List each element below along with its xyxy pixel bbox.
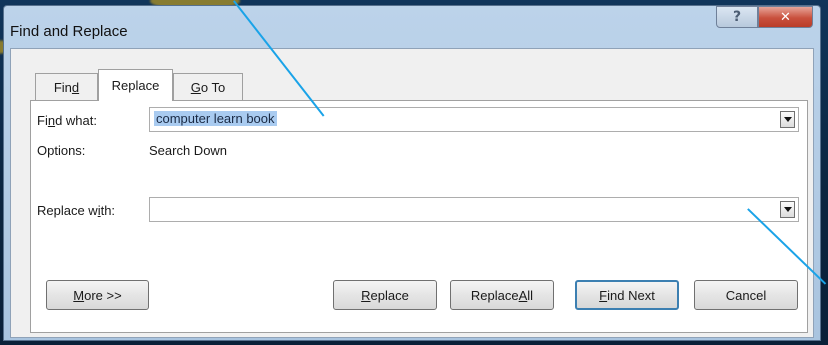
replace-button[interactable]: Replace: [333, 280, 437, 310]
dialog-client-area: Fin d Re p lace Go To Find what: computer l…: [10, 48, 814, 338]
find-what-input[interactable]: computer learn book: [149, 107, 799, 132]
tab-label-accel: p: [128, 78, 136, 93]
options-value: Search Down: [149, 143, 228, 158]
help-button[interactable]: ?: [716, 6, 758, 28]
replace-history-dropdown[interactable]: [780, 201, 795, 218]
button-label-accel: M: [73, 287, 85, 303]
question-mark-icon: ?: [732, 9, 742, 25]
tab-label-accel: G: [190, 79, 201, 95]
button-label: ore >>: [84, 287, 122, 303]
tab-find[interactable]: Fin d: [35, 73, 98, 100]
label-part: Fi: [37, 113, 48, 128]
find-history-dropdown[interactable]: [780, 111, 795, 128]
button-label: Cancel: [725, 287, 767, 303]
tab-label-accel: d: [71, 79, 80, 95]
label-part: th:: [100, 203, 116, 218]
find-next-button[interactable]: Find Next: [575, 280, 679, 310]
cancel-button[interactable]: Cancel: [694, 280, 798, 310]
button-label-accel: A: [518, 287, 528, 303]
title-bar[interactable]: Find and Replace ? ✕: [4, 6, 820, 54]
close-icon: ✕: [780, 9, 791, 25]
tab-label: Fin: [53, 79, 72, 95]
options-label: Options:: [37, 143, 86, 158]
button-label: Replace: [470, 287, 519, 303]
button-label-accel: F: [599, 287, 608, 303]
tab-go-to[interactable]: Go To: [173, 73, 243, 100]
find-what-value: computer learn book: [154, 111, 277, 126]
more-button[interactable]: More >>: [46, 280, 149, 310]
button-label: eplace: [370, 287, 409, 303]
tab-label: o To: [200, 79, 226, 95]
label-part: Replace w: [37, 203, 98, 218]
dropdown-arrow-icon: [783, 117, 792, 122]
tab-label: lace: [135, 78, 160, 93]
find-what-label: Find what:: [37, 113, 97, 128]
label-part: d what:: [55, 113, 97, 128]
replace-with-label: Replace with:: [37, 203, 115, 218]
dropdown-arrow-icon: [783, 207, 792, 212]
replace-all-button[interactable]: Replace All: [450, 280, 554, 310]
button-label: ll: [527, 287, 534, 303]
tab-replace[interactable]: Re p lace: [98, 69, 173, 101]
close-button[interactable]: ✕: [758, 6, 813, 28]
button-label: ind Next: [607, 287, 655, 303]
label-accel: n: [47, 113, 56, 128]
dialog-title: Find and Replace: [10, 23, 128, 40]
find-replace-dialog: Find and Replace ? ✕ Fin d Re p lace Go To …: [3, 5, 821, 341]
tab-label: Re: [111, 78, 129, 93]
button-label-accel: R: [361, 287, 371, 303]
replace-with-input[interactable]: [149, 197, 799, 222]
